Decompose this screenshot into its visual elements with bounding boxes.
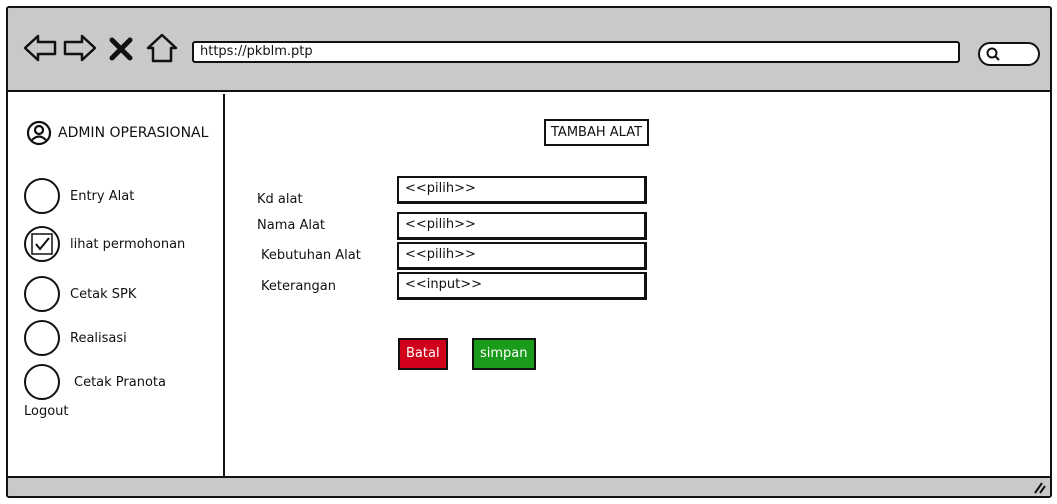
cancel-button[interactable]: Batal [398, 338, 448, 370]
browser-toolbar: https://pkblm.ptp [8, 8, 1050, 92]
sidebar-item-realisasi[interactable]: Realisasi [24, 320, 127, 356]
user-icon [26, 120, 52, 146]
save-button[interactable]: simpan [472, 338, 536, 370]
page-title: TAMBAH ALAT [544, 119, 650, 146]
radio-circle-icon [24, 364, 60, 400]
sidebar-item-lihat-permohonan[interactable]: lihat permohonan [24, 226, 185, 262]
form-label-kebutuhan-alat: Kebutuhan Alat [261, 248, 361, 263]
sidebar-item-entry-alat[interactable]: Entry Alat [24, 178, 134, 214]
sidebar-item-label: lihat permohonan [70, 236, 186, 252]
back-arrow-icon[interactable] [22, 30, 58, 66]
form-label-kd-alat: Kd alat [257, 192, 303, 207]
sidebar: ADMIN OPERASIONAL Entry Alat lihat permo… [8, 94, 225, 478]
keterangan-input[interactable]: <<input>> [397, 272, 647, 300]
nama-alat-select[interactable]: <<pilih>> [397, 212, 647, 240]
status-bar [8, 476, 1050, 496]
resize-handle-icon[interactable] [1030, 480, 1046, 494]
forward-arrow-icon[interactable] [62, 30, 98, 66]
user-label: ADMIN OPERASIONAL [58, 125, 209, 141]
browser-window: https://pkblm.ptp ADMIN OPERASIONAL Entr… [6, 6, 1052, 498]
kd-alat-select[interactable]: <<pilih>> [397, 176, 647, 204]
user-profile: ADMIN OPERASIONAL [26, 120, 208, 146]
sidebar-item-label: Entry Alat [70, 188, 135, 204]
radio-circle-icon [24, 320, 60, 356]
sidebar-item-label: Realisasi [70, 330, 127, 346]
close-icon[interactable] [106, 30, 136, 66]
sidebar-item-label: Cetak SPK [70, 286, 137, 302]
search-button[interactable] [978, 42, 1040, 66]
search-icon [986, 47, 1000, 61]
form-label-nama-alat: Nama Alat [257, 218, 326, 233]
sidebar-item-cetak-pranota[interactable]: Cetak Pranota [24, 364, 166, 400]
home-icon[interactable] [144, 30, 180, 66]
radio-circle-icon [24, 276, 60, 312]
sidebar-item-cetak-spk[interactable]: Cetak SPK [24, 276, 136, 312]
sidebar-item-label: Cetak Pranota [74, 374, 166, 390]
radio-circle-icon [24, 178, 60, 214]
checked-circle-icon [24, 226, 60, 262]
logout-link[interactable]: Logout [24, 404, 69, 419]
address-bar[interactable]: https://pkblm.ptp [192, 41, 960, 63]
form-label-keterangan: Keterangan [261, 279, 336, 294]
main-content: TAMBAH ALAT Kd alat <<pilih>> Nama Alat … [227, 94, 1050, 478]
kebutuhan-alat-select[interactable]: <<pilih>> [397, 242, 647, 270]
